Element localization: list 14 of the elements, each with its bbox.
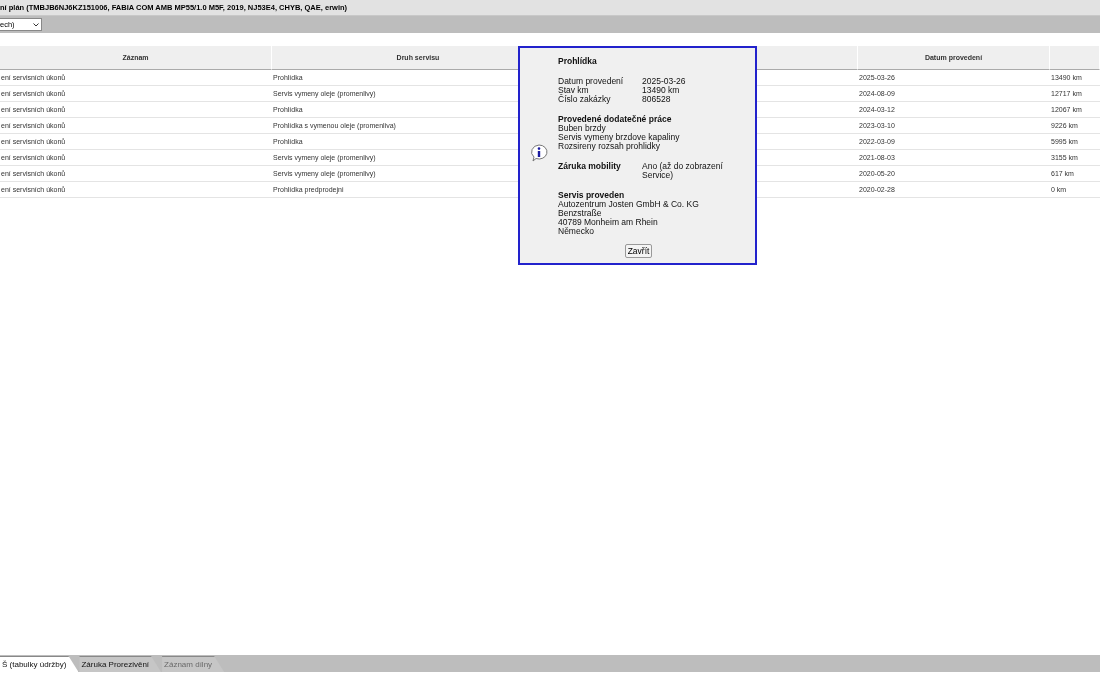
address-line: 40789 Monheim am Rhein: [558, 218, 659, 227]
tab[interactable]: Záruka Prorezivění: [79, 656, 162, 672]
column-header: [1050, 46, 1100, 70]
mobility-value: Ano (až do zobrazení Service): [642, 162, 724, 180]
address-line: Benzstraße: [558, 209, 603, 218]
tab[interactable]: Š (tabulky údržby): [0, 656, 79, 672]
fact-value: 806528: [642, 95, 672, 104]
chevron-down-icon: [33, 22, 39, 27]
fact-value: 13490 km: [642, 86, 681, 95]
address-line: Německo: [558, 227, 595, 236]
info-icon: [529, 143, 549, 163]
fact-value: 2025-03-26: [642, 77, 687, 86]
close-button[interactable]: Zavřít: [624, 244, 653, 258]
address-line: Autozentrum Josten GmbH & Co. KG: [558, 200, 700, 209]
